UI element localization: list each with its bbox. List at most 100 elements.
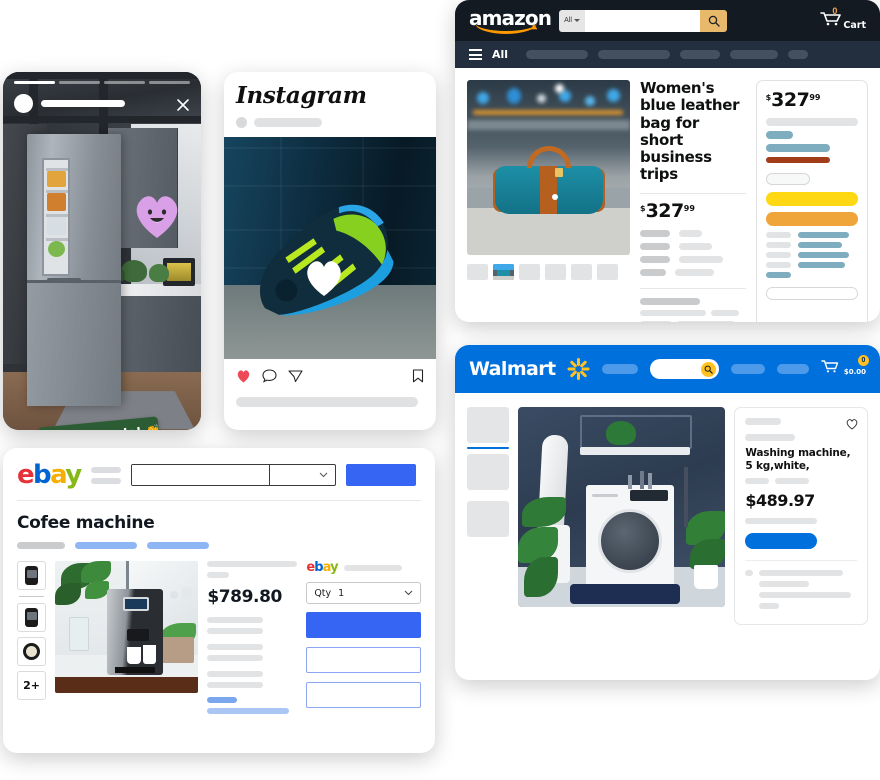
quantity-label: Qty: [314, 587, 332, 599]
breadcrumb-item[interactable]: [147, 542, 209, 549]
shopping-cart-icon: [821, 360, 843, 378]
search-submit-button[interactable]: [345, 464, 416, 486]
amazon-product-card[interactable]: amazon All 0 Cart All Women's blue leath…: [455, 0, 880, 322]
product-thumbnail[interactable]: [597, 264, 618, 280]
search-input[interactable]: [649, 359, 720, 379]
buybox-price: $ 327 99: [766, 90, 858, 109]
product-gallery: [467, 80, 630, 322]
heart-filled-icon[interactable]: [236, 369, 251, 388]
buybox-secondary-input[interactable]: [765, 287, 858, 301]
add-to-cart-button[interactable]: [306, 647, 421, 673]
instagram-logo: Instagram: [236, 82, 367, 109]
product-thumbnail-selected[interactable]: [467, 407, 509, 449]
ebay-search-bar[interactable]: [130, 464, 336, 486]
nav-pill[interactable]: [788, 50, 809, 59]
product-thumbnail[interactable]: [17, 603, 46, 632]
amazon-buy-box[interactable]: $ 327 99: [755, 80, 868, 322]
nav-pill[interactable]: [601, 364, 638, 374]
ebay-product-detail: 2+ $789.80 ebay Qty 1: [3, 549, 435, 717]
cart-button[interactable]: 0 Cart: [820, 6, 866, 31]
hamburger-menu-icon[interactable]: [469, 49, 482, 60]
nav-pill[interactable]: [731, 364, 766, 374]
amazon-logo[interactable]: amazon: [469, 8, 552, 34]
product-thumbnail-strip[interactable]: [467, 264, 630, 280]
quantity-select[interactable]: Qty 1: [306, 582, 421, 604]
instagram-post-card[interactable]: Instagram: [224, 72, 436, 430]
search-input[interactable]: [585, 9, 700, 32]
ebay-buy-box[interactable]: ebay Qty 1: [306, 561, 421, 717]
price-whole: 327: [645, 199, 685, 222]
magnifier-icon[interactable]: [701, 361, 717, 377]
search-category-select[interactable]: All: [559, 9, 585, 32]
info-row: [745, 580, 857, 587]
search-category-select[interactable]: [268, 465, 335, 485]
add-to-cart-button[interactable]: [745, 532, 818, 549]
post-photo-sneaker[interactable]: [224, 137, 436, 359]
product-thumbnail[interactable]: [519, 264, 540, 280]
product-thumbnail[interactable]: [467, 264, 488, 280]
more-thumbnails-button[interactable]: 2+: [17, 671, 46, 700]
walmart-logo-text[interactable]: Walmart: [469, 358, 556, 380]
search-input[interactable]: [131, 465, 269, 485]
walmart-spark-icon: [567, 358, 590, 380]
product-thumbnail[interactable]: [571, 264, 592, 280]
cart-count: 0: [858, 355, 869, 366]
amazon-search-bar[interactable]: All: [559, 9, 727, 32]
close-icon[interactable]: [176, 98, 190, 112]
spec-row: [640, 268, 746, 276]
search-submit-button[interactable]: [700, 9, 727, 32]
product-thumbnail[interactable]: [17, 561, 46, 590]
price-fraction: 99: [809, 93, 821, 102]
ebay-logo-small: ebay: [306, 560, 338, 575]
product-image-washing-machine[interactable]: [518, 407, 726, 607]
product-thumbnail-strip[interactable]: 2+: [17, 561, 46, 717]
product-image-handbag[interactable]: [467, 80, 630, 255]
walmart-buy-box[interactable]: Washing machine, 5 kg,white, $489.97: [734, 407, 868, 625]
chevron-down-icon: [319, 472, 327, 478]
spec-row: [640, 255, 746, 263]
nav-pill[interactable]: [526, 50, 589, 59]
product-thumbnail[interactable]: [17, 637, 46, 666]
quantity-select[interactable]: [765, 173, 810, 186]
breadcrumb[interactable]: [17, 542, 421, 549]
instagram-story-card[interactable]: This frige rule! 👏 🔗 TAP HERE!: [3, 72, 201, 430]
nav-pill[interactable]: [598, 50, 671, 59]
product-thumbnail[interactable]: [545, 264, 566, 280]
header-menu-placeholder[interactable]: [90, 466, 121, 484]
amazon-secondary-navbar: All: [455, 41, 880, 68]
make-offer-button[interactable]: [306, 682, 421, 708]
heart-outline-icon[interactable]: [846, 417, 858, 430]
cart-button[interactable]: 0 $0.00: [821, 355, 869, 379]
nav-pill[interactable]: [680, 50, 721, 59]
add-to-cart-button[interactable]: [765, 192, 858, 207]
product-thumbnail[interactable]: [467, 454, 509, 490]
product-thumbnail-selected[interactable]: [493, 264, 514, 280]
info-row: [765, 272, 858, 279]
buy-it-now-button[interactable]: [306, 612, 421, 638]
walmart-product-card[interactable]: Walmart 0 $0.00 Washing machine, 5 kg,wh…: [455, 345, 880, 680]
breadcrumb-item[interactable]: [75, 542, 137, 549]
nav-pill[interactable]: [777, 364, 810, 374]
avatar: [236, 117, 247, 128]
ebay-logo[interactable]: ebay: [17, 462, 82, 488]
post-author[interactable]: [236, 117, 424, 128]
paper-plane-icon[interactable]: [288, 369, 303, 388]
buybox-header: ebay: [306, 561, 421, 574]
product-title: Washing machine, 5 kg,white,: [745, 447, 851, 472]
breadcrumb-item[interactable]: [17, 542, 65, 549]
story-author[interactable]: [14, 93, 190, 113]
product-image-coffee-machine[interactable]: [55, 561, 199, 693]
divider: [19, 596, 44, 597]
comment-bubble-icon[interactable]: [262, 369, 277, 388]
product-thumbnail-strip[interactable]: [467, 407, 509, 625]
product-title: Women's blue leather bag for short busin…: [640, 79, 740, 184]
nav-all-label[interactable]: All: [492, 48, 508, 61]
nav-pill[interactable]: [730, 50, 779, 59]
product-spec-list: [640, 229, 746, 276]
bookmark-icon[interactable]: [412, 369, 424, 388]
product-description-placeholder: [640, 297, 746, 322]
buy-now-button[interactable]: [765, 212, 858, 227]
story-progress-bars[interactable]: [14, 81, 190, 84]
product-thumbnail[interactable]: [467, 501, 509, 537]
ebay-product-card[interactable]: ebay Cofee machine 2+ $789.80 ebay Qty 1: [3, 448, 435, 753]
